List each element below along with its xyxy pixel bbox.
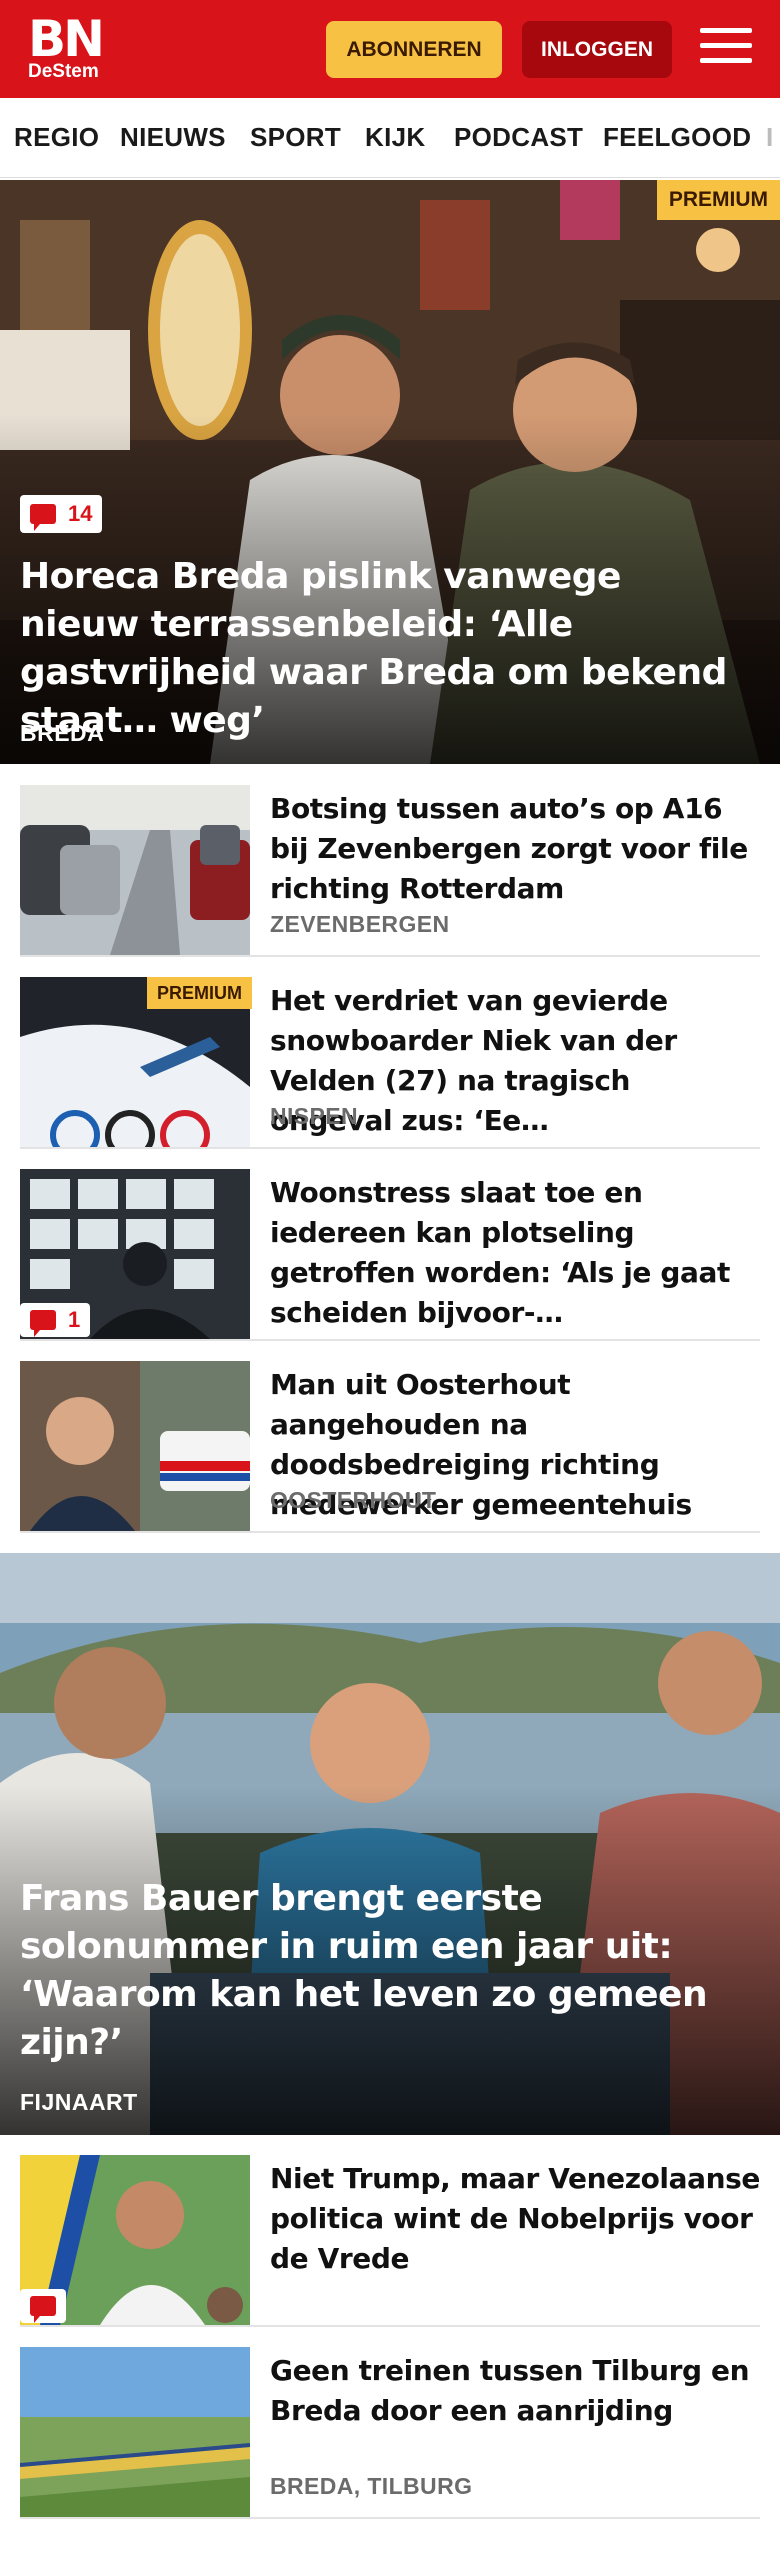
list-item-treinen[interactable]: Geen treinen tussen Tilburg en Breda doo… [20, 2347, 760, 2519]
comment-icon [30, 2296, 56, 2323]
comment-count-badge[interactable]: 14 [20, 495, 103, 533]
hero-location: FIJNAART [20, 2089, 138, 2115]
site-logo[interactable]: BN DeStem [28, 10, 105, 82]
article-location: OOSTERHOUT [270, 1487, 437, 1513]
article-title[interactable]: Niet Trump, maar Venezolaanse politica w… [270, 2159, 760, 2279]
nav-item-overflow[interactable]: I [766, 122, 774, 153]
article-location: NISPEN [270, 1103, 359, 1129]
hero-title[interactable]: Frans Bauer brengt eerste solonummer in … [20, 1875, 740, 2067]
hero-location: BREDA [20, 720, 105, 746]
hero-article-frans-bauer[interactable]: Frans Bauer brengt eerste solonummer in … [0, 1553, 780, 2135]
hamburger-menu-icon[interactable] [700, 28, 752, 70]
logo-sub: DeStem [28, 61, 99, 82]
section-nav: REGIO NIEUWS SPORT KIJK PODCAST FEELGOOD… [0, 98, 780, 178]
article-title[interactable]: Woonstress slaat toe en iedereen kan plo… [270, 1173, 760, 1333]
nav-item-regio[interactable]: REGIO [14, 122, 99, 153]
subscribe-button[interactable]: ABONNEREN [326, 21, 502, 78]
list-item-nobelprijs[interactable]: Niet Trump, maar Venezolaanse politica w… [20, 2155, 760, 2327]
article-title[interactable]: Geen treinen tussen Tilburg en Breda doo… [270, 2351, 760, 2431]
article-thumbnail [20, 2347, 250, 2517]
hero-title[interactable]: Horeca Breda pislink vanwege nieuw terra… [20, 553, 740, 745]
article-title[interactable]: Botsing tussen auto’s op A16 bij Zevenbe… [270, 789, 760, 909]
article-thumbnail [20, 1361, 250, 1531]
login-button[interactable]: INLOGGEN [522, 21, 672, 78]
hero-article-horeca[interactable]: PREMIUM 14 Horeca Breda pislink vanwege … [0, 180, 780, 764]
article-thumbnail [20, 785, 250, 955]
nav-item-sport[interactable]: SPORT [250, 122, 341, 153]
top-header: BN DeStem ABONNEREN INLOGGEN [0, 0, 780, 98]
nav-item-feelgood[interactable]: FEELGOOD [603, 122, 751, 153]
comment-count-badge[interactable]: 1 [20, 1303, 91, 1337]
comment-count: 14 [68, 501, 93, 526]
logo-main: BN [28, 10, 105, 68]
nav-item-nieuws[interactable]: NIEUWS [120, 122, 226, 153]
comment-count: 1 [68, 1307, 81, 1332]
list-item-oosterhout[interactable]: Man uit Oosterhout aangehouden na doodsb… [20, 1361, 760, 1533]
comment-badge[interactable] [20, 2289, 66, 2323]
article-location: ZEVENBERGEN [270, 911, 450, 937]
nav-item-kijk[interactable]: KIJK [365, 122, 425, 153]
comment-icon [30, 504, 56, 531]
article-location: BREDA, TILBURG [270, 2473, 473, 2499]
premium-badge: PREMIUM [147, 977, 252, 1009]
list-item-snowboarder[interactable]: PREMIUM Het verdriet van gevierde snowbo… [20, 977, 760, 1149]
list-item-woonstress[interactable]: 1 Woonstress slaat toe en iedereen kan p… [20, 1169, 760, 1341]
premium-badge: PREMIUM [656, 180, 780, 220]
list-item-botsing[interactable]: Botsing tussen auto’s op A16 bij Zevenbe… [20, 785, 760, 957]
nav-item-podcast[interactable]: PODCAST [454, 122, 583, 153]
comment-icon [30, 1310, 56, 1337]
